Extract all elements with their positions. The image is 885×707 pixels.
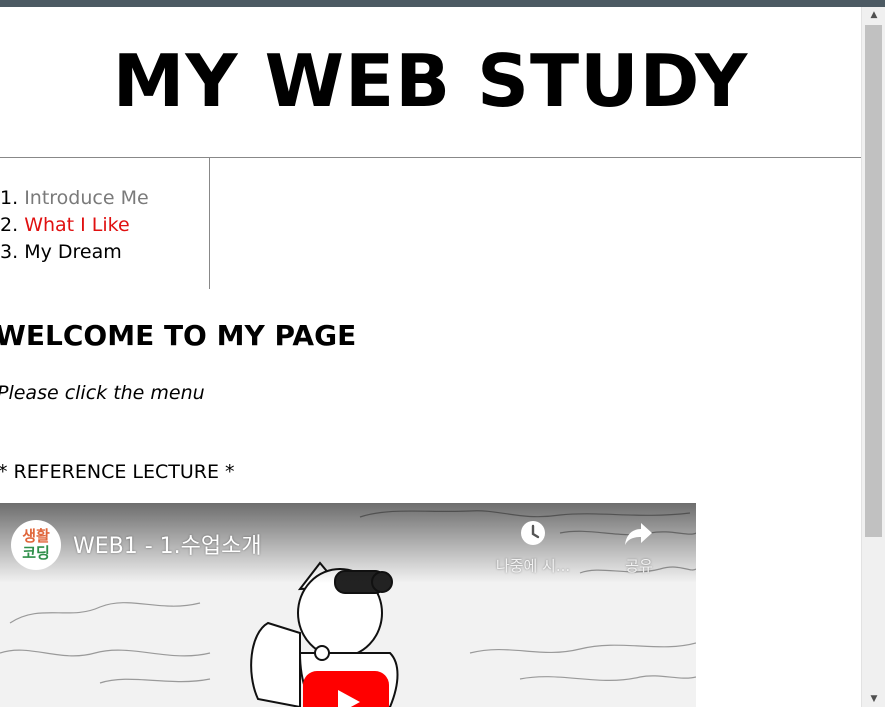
nav-item-number: 3.	[0, 241, 19, 263]
play-icon[interactable]	[303, 671, 389, 707]
page-heading: WELCOME TO MY PAGE	[0, 319, 357, 352]
nav-column: 1. Introduce Me 2. What I Like 3. My Dre…	[0, 158, 210, 289]
clock-icon	[521, 521, 545, 545]
watch-later-button[interactable]: 나중에 시...	[488, 519, 578, 576]
nav-item-number: 2.	[0, 214, 19, 236]
nav-link-my-dream[interactable]: My Dream	[24, 241, 122, 263]
browser-top-strip	[0, 0, 885, 7]
reference-lecture-label: * REFERENCE LECTURE *	[0, 461, 235, 483]
nav-item-what-i-like: 2. What I Like	[0, 212, 149, 239]
site-title[interactable]: MY WEB STUDY	[0, 45, 861, 117]
page-viewport: MY WEB STUDY 1. Introduce Me 2. What I L…	[0, 7, 861, 707]
scroll-thumb[interactable]	[865, 25, 882, 537]
menu-hint-text: Please click the menu	[0, 382, 205, 404]
nav-list: 1. Introduce Me 2. What I Like 3. My Dre…	[0, 185, 149, 266]
channel-avatar[interactable]: 생활 코딩	[11, 520, 61, 570]
scroll-down-arrow-icon[interactable]: ▼	[862, 691, 885, 707]
nav-item-number: 1.	[0, 187, 19, 209]
nav-link-introduce-me[interactable]: Introduce Me	[24, 187, 148, 209]
share-button[interactable]: 공유	[594, 519, 684, 576]
channel-avatar-line2: 코딩	[22, 544, 50, 562]
video-title[interactable]: WEB1 - 1.수업소개	[73, 528, 262, 560]
scroll-up-arrow-icon[interactable]: ▲	[862, 7, 885, 23]
watch-later-label: 나중에 시...	[495, 557, 571, 575]
vertical-scrollbar[interactable]: ▲ ▼	[861, 7, 885, 707]
nav-link-what-i-like[interactable]: What I Like	[24, 214, 129, 236]
youtube-embed[interactable]: 생활 코딩 WEB1 - 1.수업소개 나중에 시... 공유	[0, 503, 696, 707]
nav-item-my-dream: 3. My Dream	[0, 239, 149, 266]
channel-avatar-line1: 생활	[22, 527, 50, 545]
share-arrow-icon	[625, 523, 652, 545]
nav-item-introduce-me: 1. Introduce Me	[0, 185, 149, 212]
share-label: 공유	[625, 557, 653, 575]
